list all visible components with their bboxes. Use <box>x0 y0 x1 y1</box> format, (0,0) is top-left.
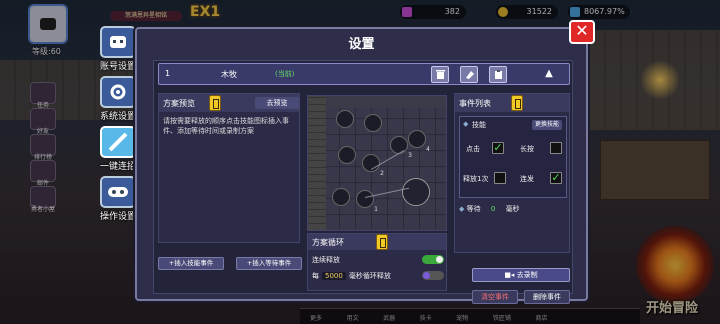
long-press-checkbox[interactable] <box>550 142 562 154</box>
click-checkbox[interactable]: ✓ <box>492 142 504 154</box>
continuous-label: 连续释放 <box>312 256 340 264</box>
delete-plan-button[interactable] <box>431 66 449 83</box>
diamond-icon: ◆ <box>463 120 469 128</box>
plan-number: 1 <box>165 69 171 78</box>
record-button[interactable]: ■◂ 去录制 <box>472 268 570 282</box>
settings-modal: 设置 1 木牧 (当前) ▲ 方案预览 去预览 请按需要释放的顺序点击技能图标插… <box>135 27 588 304</box>
change-skill-button[interactable]: 更换技能 <box>532 120 562 130</box>
click-label: 点击 <box>466 145 480 153</box>
wait-event-item[interactable]: ◆ 等待 0 毫秒 <box>459 204 520 214</box>
sword-icon <box>100 126 136 158</box>
preview-description: 请按需要释放的顺序点击技能图标插入事件、添加等待时间或录制方案 <box>163 117 289 135</box>
skill-node[interactable] <box>364 114 382 132</box>
release-once-checkbox[interactable] <box>494 172 506 184</box>
insert-skill-event-button[interactable]: +插入技能事件 <box>158 257 224 270</box>
robot-icon <box>100 26 136 58</box>
rename-plan-button[interactable] <box>460 66 478 83</box>
repeat-label: 连发 <box>520 175 534 183</box>
continuous-toggle[interactable] <box>422 255 444 264</box>
release-once-label: 释放1次 <box>463 175 489 183</box>
wait-value[interactable]: 0 <box>491 205 495 213</box>
info-badge-icon[interactable] <box>376 234 388 250</box>
plan-selector[interactable]: 1 木牧 (当前) ▲ <box>158 63 570 85</box>
skill-map[interactable]: 3 4 2 1 <box>307 95 447 231</box>
plan-name: 木牧 <box>221 70 237 79</box>
gear-icon <box>100 76 136 108</box>
loop-toggle[interactable] <box>422 271 444 280</box>
skill-node[interactable] <box>338 146 356 164</box>
repeat-checkbox[interactable]: ✓ <box>550 172 562 184</box>
close-button[interactable]: ✕ <box>569 20 595 44</box>
combo-panel: 1 木牧 (当前) ▲ 方案预览 去预览 请按需要释放的顺序点击技能图标插入事件… <box>153 60 573 304</box>
video-icon: ■◂ <box>504 271 515 279</box>
skill-node[interactable] <box>332 188 350 206</box>
info-badge-icon[interactable] <box>209 95 221 111</box>
loop-row: 每 5000 毫秒循环释放 <box>312 272 391 280</box>
plan-cycle-panel: 方案循环 连续释放 每 5000 毫秒循环释放 <box>307 233 447 291</box>
skill-event-item[interactable]: ◆ 技能 更换技能 点击 ✓ 长按 释放1次 连发 ✓ <box>459 116 567 198</box>
loop-ms-input[interactable]: 5000 <box>322 272 346 280</box>
clear-events-button[interactable]: 清空事件 <box>472 290 518 304</box>
plan-preview-panel: 方案预览 去预览 请按需要释放的顺序点击技能图标插入事件、添加等待时间或录制方案 <box>158 93 300 243</box>
go-preview-button[interactable]: 去预览 <box>255 97 299 109</box>
plan-current-tag: (当前) <box>275 70 295 78</box>
skill-node[interactable]: 4 <box>408 130 430 153</box>
preview-title: 方案预览 <box>163 99 195 108</box>
delete-event-button[interactable]: 删除事件 <box>524 290 570 304</box>
info-badge-icon[interactable] <box>511 95 523 111</box>
attack-fist-icon[interactable] <box>402 178 430 206</box>
copy-plan-button[interactable] <box>489 66 507 83</box>
skill-label: 技能 <box>472 121 486 129</box>
collapse-up-icon[interactable]: ▲ <box>539 68 559 82</box>
cycle-title: 方案循环 <box>312 238 344 247</box>
diamond-icon: ◆ <box>459 205 465 213</box>
modal-title: 设置 <box>348 37 375 52</box>
insert-wait-event-button[interactable]: +插入等待事件 <box>236 257 302 270</box>
skill-node[interactable] <box>336 110 354 128</box>
trash-icon <box>435 70 445 79</box>
long-press-label: 长按 <box>520 145 534 153</box>
eraser-icon <box>465 71 474 79</box>
gamepad-icon <box>100 176 136 208</box>
clipboard-icon <box>494 70 502 79</box>
skill-node[interactable]: 1 <box>356 190 378 213</box>
event-list-title: 事件列表 <box>459 99 491 108</box>
event-list-panel: 事件列表 ◆ 技能 更换技能 点击 ✓ 长按 释放1次 连发 ✓ ◆ 等待 0 … <box>454 93 570 253</box>
